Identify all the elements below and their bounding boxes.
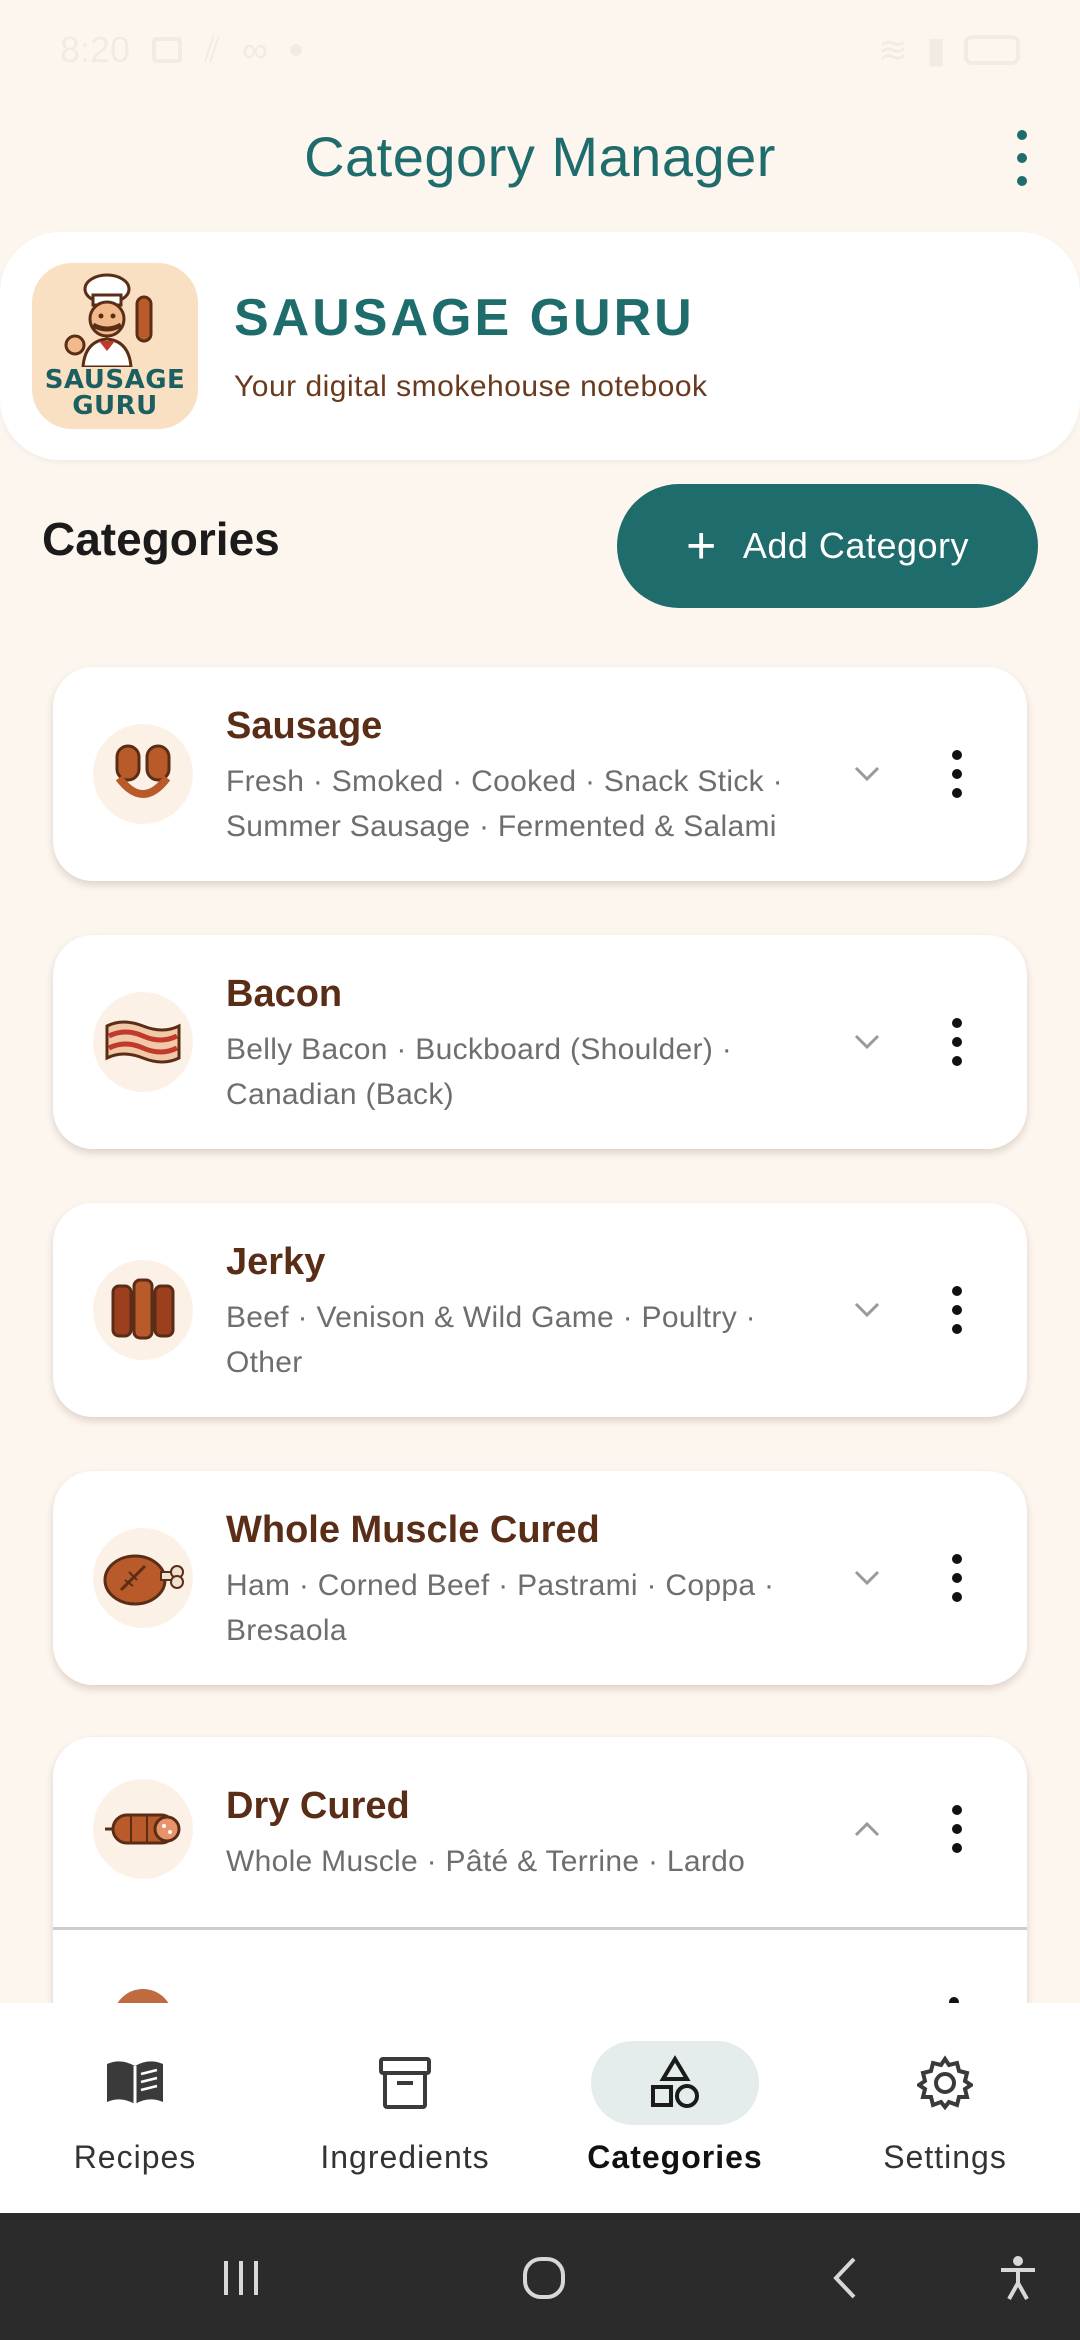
category-card[interactable]: Bacon Belly Bacon · Buckboard (Shoulder)… xyxy=(53,935,1027,1149)
subcategory-text: Summer Sausage · Fermented & Salami xyxy=(226,810,777,843)
bacon-icon xyxy=(93,992,193,1092)
expand-chevron-down-icon[interactable] xyxy=(847,754,887,794)
subcategory-text: Bresaola xyxy=(226,1614,347,1647)
category-list: Sausage Fresh · Smoked · Cooked · Snack … xyxy=(0,0,1080,2003)
category-menu-button[interactable] xyxy=(947,1805,967,1853)
subcategory-text: Canadian (Back) xyxy=(226,1078,454,1111)
category-subcategories: Fresh · Smoked · Cooked · Snack Stick · … xyxy=(226,759,816,849)
home-icon[interactable] xyxy=(519,2253,569,2303)
category-menu-button[interactable] xyxy=(947,1286,967,1334)
jerky-icon xyxy=(93,1260,193,1360)
expand-chevron-down-icon[interactable] xyxy=(847,1290,887,1330)
subcategory-text: Belly Bacon · Buckboard (Shoulder) · xyxy=(226,1033,733,1066)
nav-item-ingredients[interactable]: Ingredients xyxy=(270,2003,540,2213)
category-menu-button[interactable] xyxy=(947,1018,967,1066)
nav-label: Categories xyxy=(587,2139,763,2175)
category-card-expanded[interactable]: Dry Cured Whole Muscle · Pâté & Terrine … xyxy=(53,1737,1027,2003)
expand-chevron-down-icon[interactable] xyxy=(847,1558,887,1598)
system-navigation-bar xyxy=(0,2213,1080,2340)
subcategory-text: Beef · Venison & Wild Game · Poultry · xyxy=(226,1301,756,1334)
category-card[interactable]: Jerky Beef · Venison & Wild Game · Poult… xyxy=(53,1203,1027,1417)
recent-apps-icon[interactable] xyxy=(216,2253,266,2303)
book-icon xyxy=(51,2041,219,2125)
category-name: Sausage xyxy=(226,705,383,747)
shapes-icon xyxy=(591,2041,759,2125)
category-subcategories: Ham · Corned Beef · Pastrami · Coppa · B… xyxy=(226,1563,816,1653)
nav-label: Ingredients xyxy=(320,2139,490,2175)
back-icon[interactable] xyxy=(822,2253,872,2303)
sausage-icon xyxy=(93,724,193,824)
gear-icon xyxy=(861,2041,1029,2125)
archive-box-icon xyxy=(321,2041,489,2125)
collapse-chevron-up-icon[interactable] xyxy=(847,1809,887,1849)
subcategory-text: Other xyxy=(226,1346,303,1379)
nav-label: Settings xyxy=(883,2139,1007,2175)
salami-icon xyxy=(93,1779,193,1879)
nav-item-settings[interactable]: Settings xyxy=(810,2003,1080,2213)
subcategory-text: Ham · Corned Beef · Pastrami · Coppa · xyxy=(226,1569,775,1602)
category-card[interactable]: Whole Muscle Cured Ham · Corned Beef · P… xyxy=(53,1471,1027,1685)
nav-item-recipes[interactable]: Recipes xyxy=(0,2003,270,2213)
category-name: Dry Cured xyxy=(226,1785,410,1827)
expand-chevron-down-icon[interactable] xyxy=(847,1022,887,1062)
category-menu-button[interactable] xyxy=(947,1554,967,1602)
nav-label: Recipes xyxy=(73,2139,197,2175)
accessibility-icon[interactable] xyxy=(993,2253,1043,2303)
divider xyxy=(53,1927,1027,1930)
subcategory-text: Fresh · Smoked · Cooked · Snack Stick · xyxy=(226,765,783,798)
category-card[interactable]: Sausage Fresh · Smoked · Cooked · Snack … xyxy=(53,667,1027,881)
category-name: Whole Muscle Cured xyxy=(226,1509,600,1551)
category-menu-button[interactable] xyxy=(947,750,967,798)
category-name: Jerky xyxy=(226,1241,326,1283)
bottom-navigation: Recipes Ingredients Categories Settings xyxy=(0,2003,1080,2213)
category-subcategories: Beef · Venison & Wild Game · Poultry · O… xyxy=(226,1295,816,1385)
ham-icon xyxy=(93,1528,193,1628)
nav-item-categories[interactable]: Categories xyxy=(540,2003,810,2213)
category-name: Bacon xyxy=(226,973,343,1015)
category-subcategories: Whole Muscle · Pâté & Terrine · Lardo xyxy=(226,1845,746,1878)
category-subcategories: Belly Bacon · Buckboard (Shoulder) · Can… xyxy=(226,1027,816,1117)
subcategory-icon xyxy=(113,1989,173,2003)
